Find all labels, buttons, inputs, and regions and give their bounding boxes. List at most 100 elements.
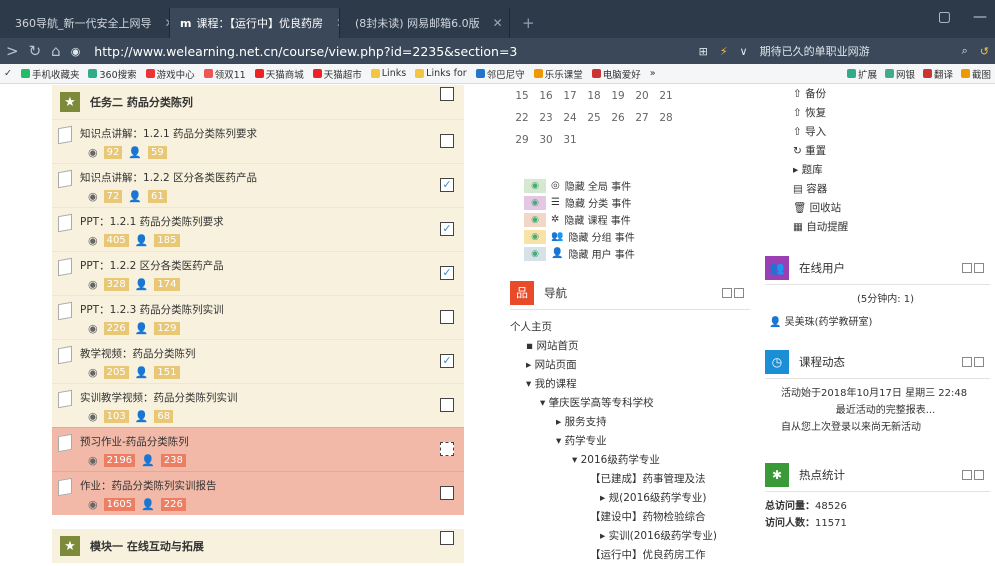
completion-checkbox[interactable]: ✓	[440, 266, 454, 280]
activity-item[interactable]: 预习作业-药品分类陈列 ◉ 2196 👤 238	[52, 427, 464, 471]
completion-checkbox[interactable]	[440, 310, 454, 324]
calendar-day[interactable]: 27	[630, 112, 654, 124]
bookmark-item[interactable]: 手机收藏夹	[20, 67, 79, 81]
tool-reset[interactable]: ↻ 重置	[793, 142, 990, 161]
tool-restore[interactable]: ⇧ 恢复	[793, 104, 990, 123]
completion-checkbox[interactable]	[440, 134, 454, 148]
nav-item[interactable]: ▪ 网站首页	[510, 337, 750, 356]
tool-import[interactable]: ⇧ 导入	[793, 123, 990, 142]
block-controls[interactable]	[962, 262, 984, 273]
screenshot-button[interactable]: 截图	[960, 67, 991, 81]
completion-checkbox[interactable]	[440, 486, 454, 500]
calendar-day[interactable]: 19	[606, 90, 630, 102]
close-icon[interactable]: ✕	[328, 16, 339, 30]
activity-item[interactable]: 教学视频：药品分类陈列 ◉ 205 👤 151 ✓	[52, 339, 464, 383]
completion-checkbox[interactable]: ✓	[440, 222, 454, 236]
address-hint[interactable]: 期待已久的单职业网游	[760, 43, 870, 59]
close-icon[interactable]: ✕	[157, 16, 170, 30]
calendar-day[interactable]: 24	[558, 112, 582, 124]
activity-name[interactable]: 作业：药品分类陈列实训报告	[80, 478, 464, 493]
activity-name[interactable]: 实训教学视频：药品分类陈列实训	[80, 390, 464, 405]
nav-item[interactable]: 【运行中】优良药房工作	[510, 546, 750, 565]
online-user[interactable]: 👤 吴美珠(药学教研室)	[765, 308, 990, 331]
bookmark-item[interactable]: 360搜索	[88, 67, 137, 81]
bolt-icon[interactable]: ⚡	[720, 45, 728, 58]
nav-item[interactable]: ▸ 规(2016级药学专业)	[510, 489, 750, 508]
nav-item[interactable]: ▾ 药学专业	[510, 432, 750, 451]
completion-checkbox[interactable]: ✓	[440, 178, 454, 192]
nav-item[interactable]: ▸ 实训(2016级药学专业)	[510, 527, 750, 546]
bookmark-item[interactable]: 游戏中心	[145, 67, 195, 81]
bank-button[interactable]: 网银	[884, 67, 915, 81]
calendar-day[interactable]: 26	[606, 112, 630, 124]
completion-checkbox[interactable]	[440, 442, 454, 456]
tool-backup[interactable]: ⇧ 备份	[793, 85, 990, 104]
calendar-day[interactable]: 29	[510, 134, 534, 146]
calendar-day[interactable]: 16	[534, 90, 558, 102]
calendar-day[interactable]: 25	[582, 112, 606, 124]
activity-item[interactable]: 知识点讲解：1.2.1 药品分类陈列要求 ◉ 92 👤 59	[52, 119, 464, 163]
nav-item[interactable]: 个人主页	[510, 318, 750, 337]
calendar-day[interactable]: 20	[630, 90, 654, 102]
bookmark-item[interactable]: 天猫超市	[312, 67, 362, 81]
completion-checkbox[interactable]: ✓	[440, 354, 454, 368]
tool-questionbank[interactable]: ▸ 题库	[793, 161, 990, 180]
activity-item[interactable]: 知识点讲解：1.2.2 区分各类医药产品 ◉ 72 👤 61 ✓	[52, 163, 464, 207]
bookmark-0[interactable]: ✓	[4, 68, 12, 79]
activity-item[interactable]: 实训教学视频：药品分类陈列实训 ◉ 103 👤 68	[52, 383, 464, 427]
nav-item[interactable]: ▸ 网站页面	[510, 356, 750, 375]
search-icon[interactable]: ⌕	[962, 44, 968, 58]
calendar-day[interactable]: 31	[558, 134, 582, 146]
event-filter[interactable]: ◉ ✲ 隐藏 课程 事件	[510, 211, 750, 228]
new-tab-button[interactable]: +	[510, 8, 547, 38]
bookmark-item[interactable]: Links for	[415, 68, 467, 79]
bookmark-item[interactable]: 电脑爱好	[591, 67, 641, 81]
activity-name[interactable]: PPT：1.2.3 药品分类陈列实训	[80, 302, 464, 317]
activity-name[interactable]: 教学视频：药品分类陈列	[80, 346, 464, 361]
block-controls[interactable]	[722, 287, 744, 298]
reload-icon[interactable]: ↻	[29, 42, 42, 60]
activity-item[interactable]: PPT：1.2.3 药品分类陈列实训 ◉ 226 👤 129	[52, 295, 464, 339]
block-controls[interactable]	[962, 356, 984, 367]
bookmark-item[interactable]: 邻巴尼守	[475, 67, 525, 81]
completion-checkbox[interactable]	[440, 398, 454, 412]
activity-name[interactable]: PPT：1.2.1 药品分类陈列要求	[80, 214, 464, 229]
minimize-icon[interactable]: —	[973, 9, 987, 25]
restore-icon[interactable]: ▢	[938, 9, 951, 25]
extensions-button[interactable]: 扩展	[846, 67, 877, 81]
chevron-down-icon[interactable]: ∨	[740, 45, 748, 58]
activity-item[interactable]: PPT：1.2.1 药品分类陈列要求 ◉ 405 👤 185 ✓	[52, 207, 464, 251]
close-icon[interactable]: ✕	[485, 16, 503, 30]
activity-name[interactable]: 知识点讲解：1.2.1 药品分类陈列要求	[80, 126, 464, 141]
activity-name[interactable]: PPT：1.2.2 区分各类医药产品	[80, 258, 464, 273]
tab-course[interactable]: m 课程：【运行中】优良药房 ✕	[170, 8, 340, 38]
bookmark-item[interactable]: 天猫商城	[254, 67, 304, 81]
tool-repository[interactable]: ▤ 容器	[793, 180, 990, 199]
nav-item[interactable]: 【已建成】药事管理及法	[510, 470, 750, 489]
bookmark-item[interactable]: 乐乐课堂	[533, 67, 583, 81]
activity-item[interactable]: 作业：药品分类陈列实训报告 ◉ 1605 👤 226	[52, 471, 464, 515]
activity-report-link[interactable]: 最近活动的完整报表...	[765, 402, 990, 419]
calendar-day[interactable]: 21	[654, 90, 678, 102]
calendar-day[interactable]: 17	[558, 90, 582, 102]
apps-icon[interactable]: ⊞	[699, 45, 708, 58]
nav-item[interactable]: ▾ 我的课程	[510, 375, 750, 394]
url-field[interactable]: http://www.welearning.net.cn/course/view…	[94, 44, 688, 59]
section-checkbox[interactable]	[440, 87, 454, 101]
forward-icon[interactable]: >	[6, 42, 19, 60]
back-icon[interactable]: ↺	[980, 45, 989, 58]
event-filter[interactable]: ◉ 👥 隐藏 分组 事件	[510, 228, 750, 245]
tab-360[interactable]: 360导航_新一代安全上网导 ✕	[0, 8, 170, 38]
calendar-day[interactable]: 18	[582, 90, 606, 102]
bookmark-item[interactable]: Links	[370, 68, 406, 79]
translate-button[interactable]: 翻译	[922, 67, 953, 81]
event-filter[interactable]: ◉ ◎ 隐藏 全局 事件	[510, 177, 750, 194]
tool-recyclebin[interactable]: 🗑 回收站	[793, 199, 990, 218]
calendar-day[interactable]: 28	[654, 112, 678, 124]
activity-item[interactable]: PPT：1.2.2 区分各类医药产品 ◉ 328 👤 174 ✓	[52, 251, 464, 295]
tab-mail[interactable]: (8封未读) 网易邮箱6.0版 ✕	[340, 8, 510, 38]
event-filter[interactable]: ◉ 👤 隐藏 用户 事件	[510, 245, 750, 262]
activity-name[interactable]: 预习作业-药品分类陈列	[80, 434, 464, 449]
more-icon[interactable]: »	[650, 68, 656, 79]
nav-item[interactable]: 【建设中】药物检验综合	[510, 508, 750, 527]
